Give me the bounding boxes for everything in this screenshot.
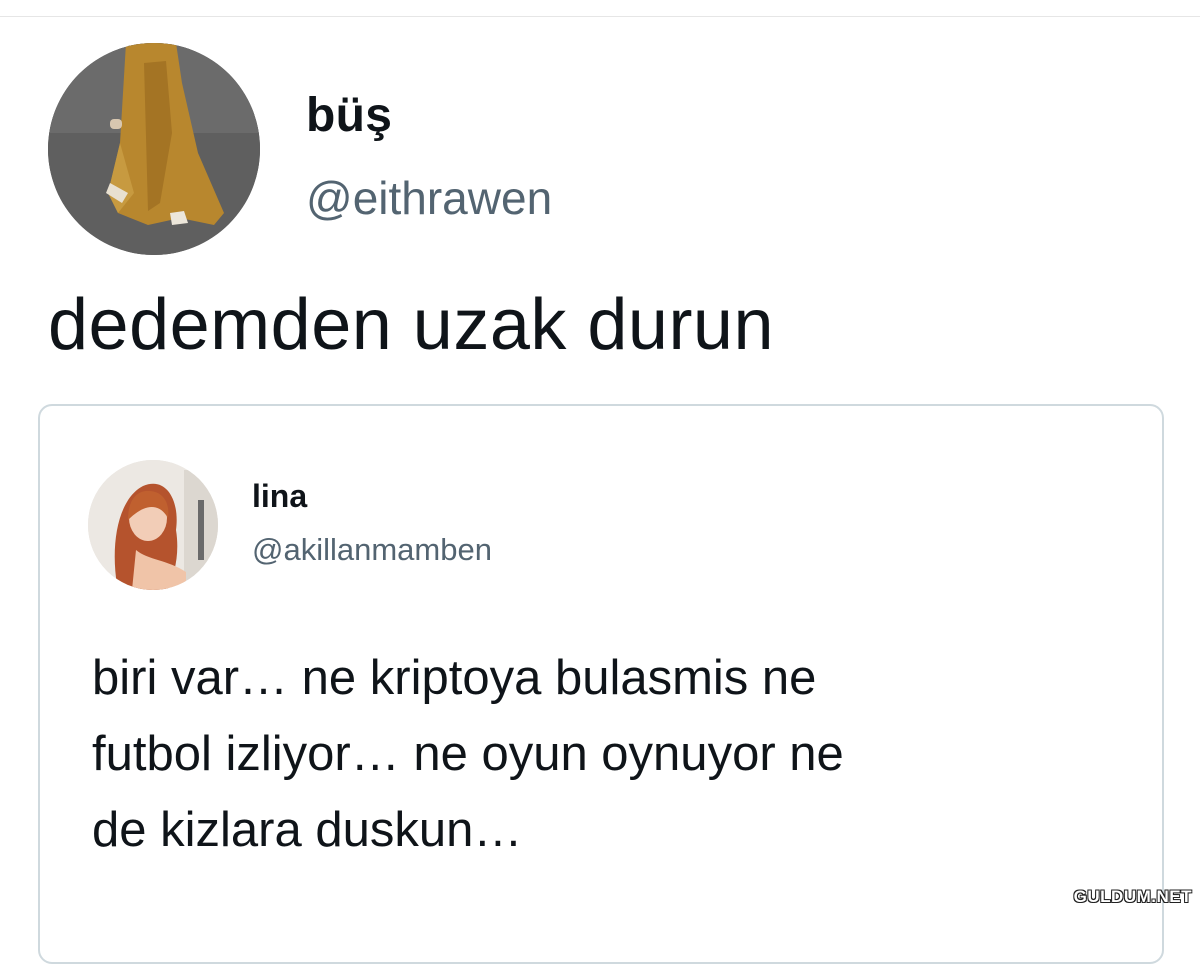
- quoted-author-handle[interactable]: @akillanmamben: [252, 532, 492, 568]
- top-divider: [0, 16, 1200, 17]
- quoted-avatar[interactable]: [88, 460, 218, 590]
- quoted-author-name[interactable]: lina: [252, 478, 307, 515]
- quoted-text-line: biri var… ne kriptoya bulasmis ne: [92, 651, 817, 705]
- quoted-tweet-text: biri var… ne kriptoya bulasmis ne futbol…: [92, 640, 1132, 868]
- avatar[interactable]: [48, 43, 260, 255]
- site-watermark: GULDUM.NET: [1073, 887, 1192, 906]
- quoted-text-line: de kizlara duskun…: [92, 803, 523, 857]
- author-handle[interactable]: @eithrawen: [306, 171, 552, 225]
- quoted-avatar-image: [88, 460, 218, 590]
- tweet-text: dedemden uzak durun: [48, 285, 775, 365]
- quoted-text-line: futbol izliyor… ne oyun oynuyor ne: [92, 727, 844, 781]
- author-name[interactable]: büş: [306, 88, 392, 143]
- avatar-image: [48, 43, 260, 255]
